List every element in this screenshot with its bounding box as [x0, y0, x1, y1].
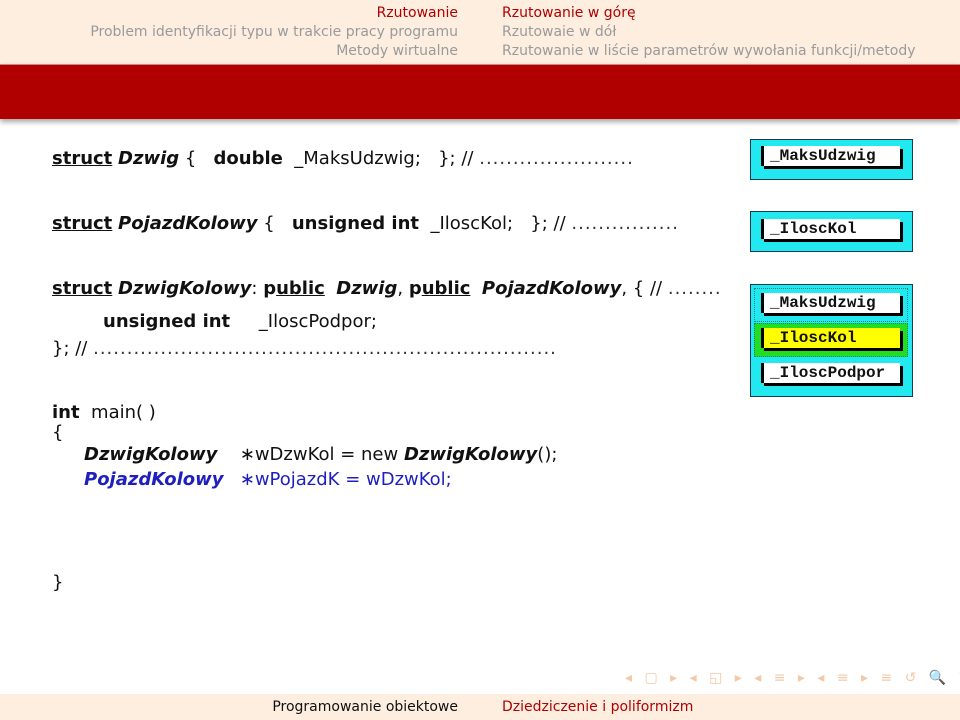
- code-line-pojazd: struct PojazdKolowy { unsigned int _Ilos…: [52, 213, 679, 234]
- footer-lecture-title: Dziedziczenie i poliformizm: [502, 699, 694, 715]
- struct-name: DzwigKolowy: [118, 278, 252, 299]
- dots: ................: [571, 213, 679, 234]
- constructor: DzwigKolowy: [403, 444, 538, 465]
- title-bar: [0, 64, 960, 119]
- memory-field: _MaksUdzwig: [761, 293, 900, 313]
- statement: ∗wPojazdK = wDzwKol;: [239, 469, 452, 490]
- code-main-signature: int main( ): [52, 402, 156, 423]
- struct-name: PojazdKolowy: [118, 213, 258, 234]
- struct-end: };: [438, 148, 456, 169]
- code-stmt-2: PojazdKolowy ∗wPojazdK = wDzwKol;: [84, 469, 452, 490]
- type: unsigned int: [103, 311, 231, 332]
- dots: .......................: [479, 148, 634, 169]
- memory-field: _IloscPodpor: [761, 363, 900, 383]
- keyword-p: p: [408, 278, 422, 299]
- section-nav: Rzutowanie Problem identyfikacji typu w …: [90, 4, 458, 61]
- keyword-public: ublic: [276, 278, 325, 299]
- subsection-nav: Rzutowanie w górę Rzutowaie w dół Rzutow…: [502, 4, 916, 61]
- struct-end: };: [530, 213, 548, 234]
- memory-field: _IloscKol: [761, 219, 900, 239]
- code-stmt-1: DzwigKolowy ∗wDzwKol = new DzwigKolowy()…: [84, 444, 557, 465]
- nav-item-rzutowanie-parametry[interactable]: Rzutowanie w liście parametrów wywołania…: [502, 42, 916, 61]
- keyword-public: ublic: [421, 278, 471, 299]
- field-name: _IloscKol;: [430, 213, 514, 234]
- code-line-end: }; // ..................................…: [52, 338, 557, 359]
- code-main-open: {: [52, 422, 64, 443]
- memory-field-highlighted: _IloscKol: [761, 328, 900, 348]
- header: Rzutowanie Problem identyfikacji typu w …: [0, 0, 960, 64]
- nav-item-rzutowanie[interactable]: Rzutowanie: [90, 4, 458, 23]
- nav-item-rzutowanie-w-gore[interactable]: Rzutowanie w górę: [502, 4, 916, 23]
- code-line-dzwigkolowy: struct DzwigKolowy: public Dzwig, public…: [52, 278, 722, 299]
- type: double: [213, 148, 283, 169]
- keyword-p: p: [263, 278, 277, 299]
- code-tail: , { //: [621, 278, 663, 299]
- field-name: _MaksUdzwig;: [294, 148, 421, 169]
- keyword-struct: struct: [52, 213, 113, 234]
- brace: {: [263, 213, 275, 234]
- memory-field: _MaksUdzwig: [761, 146, 900, 166]
- base-class: Dzwig: [336, 278, 398, 299]
- footer-course-title: Programowanie obiektowe: [272, 699, 458, 715]
- code-line-dzwig: struct Dzwig { double _MaksUdzwig; }; //…: [52, 148, 634, 169]
- keyword-struct: struct: [52, 278, 113, 299]
- type: PojazdKolowy: [84, 469, 224, 490]
- code-main-close: }: [52, 572, 64, 593]
- nav-item-metody-wirtualne[interactable]: Metody wirtualne: [90, 42, 458, 61]
- keyword-int: int: [52, 402, 80, 423]
- nav-item-problem-identyfikacji[interactable]: Problem identyfikacji typu w trakcie pra…: [90, 23, 458, 42]
- memory-box-dzwig: _MaksUdzwig: [750, 139, 913, 180]
- keyword-struct: struct: [52, 148, 113, 169]
- comma: ,: [397, 278, 404, 299]
- code-line-field: unsigned int _IloscPodpor;: [103, 311, 377, 332]
- function-signature: main( ): [91, 402, 156, 423]
- brace: {: [184, 148, 197, 169]
- statement: ∗wDzwKol = new: [239, 444, 404, 465]
- type: DzwigKolowy: [84, 444, 218, 465]
- dots: ........................................…: [93, 338, 557, 359]
- comment: //: [553, 213, 566, 234]
- field-name: _IloscPodpor;: [258, 311, 377, 332]
- base-class: PojazdKolowy: [481, 278, 622, 299]
- struct-name: Dzwig: [118, 148, 180, 169]
- memory-box-pojazd: _IloscKol: [750, 211, 913, 252]
- colon: :: [251, 278, 258, 299]
- nav-item-rzutowanie-w-dol[interactable]: Rzutowaie w dół: [502, 23, 916, 42]
- statement-tail: ();: [537, 444, 558, 465]
- struct-end: }; //: [52, 338, 88, 359]
- memory-box-dzwigkolowy: _MaksUdzwig _IloscKol _IloscPodpor: [750, 284, 913, 397]
- comment: //: [461, 148, 474, 169]
- dots: ........: [667, 278, 722, 299]
- beamer-navigation-icons[interactable]: ◂ ▢ ▸ ◂ ◱ ▸ ◂ ≡ ▸ ◂ ≡ ▸ ≡ ↺ 🔍 ↻: [625, 670, 960, 686]
- footer: Programowanie obiektowe Dziedziczenie i …: [0, 694, 960, 720]
- type: unsigned int: [291, 213, 420, 234]
